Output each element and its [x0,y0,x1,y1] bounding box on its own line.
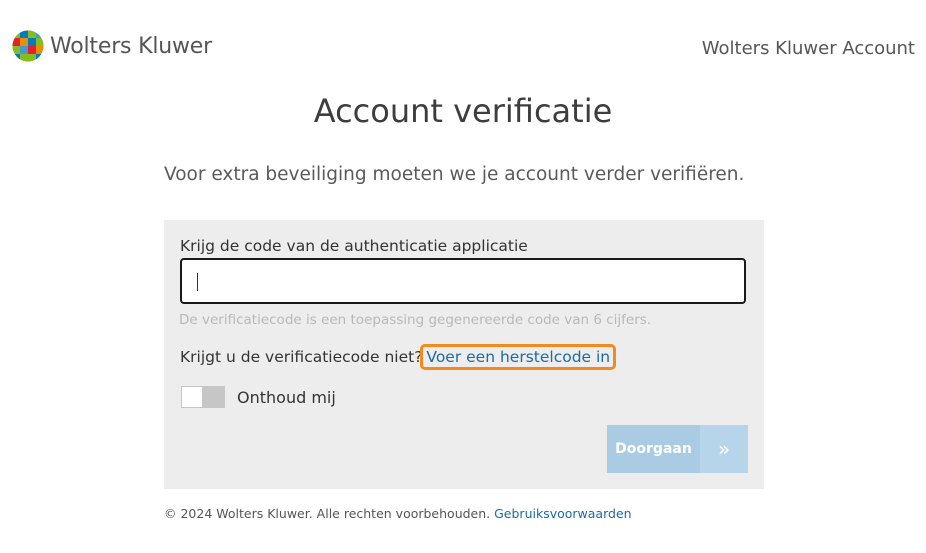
logo-text: Wolters Kluwer [50,33,212,59]
terms-link[interactable]: Gebruiksvoorwaarden [494,506,631,521]
toggle-knob [182,387,202,407]
recovery-row: Krijgt u de verificatiecode niet? Voer ee… [180,344,617,370]
copyright-text: © 2024 Wolters Kluwer. Alle rechten voor… [164,506,491,521]
wolters-kluwer-logo-icon [12,30,44,62]
verification-panel: Krijg de code van de authenticatie appli… [164,220,764,489]
page-subtitle: Voor extra beveiliging moeten we je acco… [164,164,745,185]
recovery-code-link[interactable]: Voer een herstelcode in [420,344,617,370]
remember-me-label: Onthoud mij [237,387,336,407]
remember-me-row: Onthoud mij [181,386,336,408]
continue-button-label: Doorgaan [615,441,692,457]
continue-button[interactable]: Doorgaan » [607,425,748,473]
chevron-double-right-icon: » [700,425,748,473]
code-field-label: Krijg de code van de authenticatie appli… [180,237,528,255]
verification-code-input[interactable] [180,258,746,304]
account-label: Wolters Kluwer Account [701,38,915,59]
brand-logo[interactable]: Wolters Kluwer [12,30,212,62]
code-hint: De verificatiecode is een toepassing geg… [179,312,652,328]
text-caret [197,273,198,291]
page-title: Account verificatie [313,92,613,130]
recovery-text: Krijgt u de verificatiecode niet? [180,348,423,366]
footer: © 2024 Wolters Kluwer. Alle rechten voor… [164,506,632,521]
remember-me-toggle[interactable] [181,386,225,408]
